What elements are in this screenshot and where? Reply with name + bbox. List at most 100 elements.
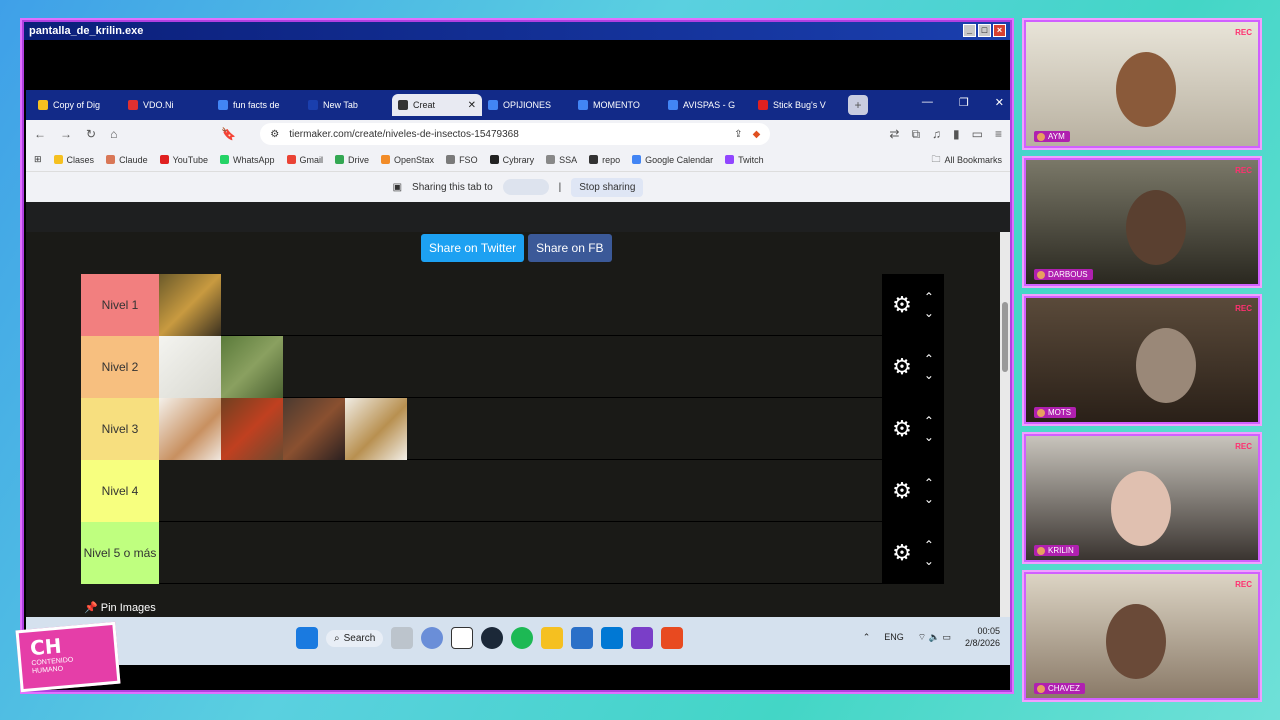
red-ant-image[interactable] <box>221 398 283 460</box>
bookmark-item[interactable]: FSO <box>446 155 478 165</box>
forward-icon[interactable]: → <box>60 127 72 141</box>
browser-tab[interactable]: VDO.Ni <box>122 94 212 116</box>
sidebar-icon[interactable]: ▮ <box>953 127 960 142</box>
all-bookmarks[interactable]: 🗀 All Bookmarks <box>931 152 1002 168</box>
browser-tab[interactable]: OPIJIONES <box>482 94 572 116</box>
brave-shield-icon[interactable]: ◆ <box>753 129 761 140</box>
stick-bug-image[interactable] <box>221 336 283 398</box>
browser-tab[interactable]: New Tab <box>302 94 392 116</box>
vscode-icon[interactable] <box>601 627 624 649</box>
gear-icon[interactable]: ⚙ <box>892 416 912 442</box>
share-fb-button[interactable]: Share on FB <box>528 234 612 262</box>
tier-drop-zone[interactable] <box>159 398 944 460</box>
tier-drop-zone[interactable] <box>159 522 944 583</box>
steam-icon[interactable] <box>481 627 504 649</box>
bookmark-item[interactable]: Cybrary <box>489 155 534 165</box>
page-scrollbar[interactable] <box>1000 232 1010 617</box>
apps-grid-icon[interactable]: ⊞ <box>34 154 42 165</box>
tab-close-icon[interactable]: ✕ <box>468 100 476 111</box>
share-icon[interactable]: ⇪ <box>734 129 742 140</box>
extensions-icon[interactable]: ⧉ <box>911 127 920 142</box>
wasp-image[interactable] <box>159 274 221 336</box>
bookmark-item[interactable]: Drive <box>335 155 369 165</box>
tier-drop-zone[interactable] <box>159 336 944 398</box>
app-icon[interactable] <box>571 627 594 649</box>
tray-chevron-icon[interactable]: ⌃ <box>863 632 871 643</box>
new-tab-icon[interactable]: + <box>848 95 868 115</box>
maximize-button[interactable]: □ <box>978 24 991 37</box>
media-icon[interactable]: ♫ <box>932 127 941 142</box>
bookmark-item[interactable]: Clases <box>53 155 94 165</box>
reload-icon[interactable]: ↻ <box>86 127 96 141</box>
browser-minimize-icon[interactable]: — <box>922 96 933 109</box>
bookmark-item[interactable]: WhatsApp <box>219 155 275 165</box>
r-app-icon[interactable] <box>421 627 444 649</box>
bookmark-item[interactable]: Gmail <box>286 155 323 165</box>
menu-icon[interactable]: ≡ <box>995 127 1002 142</box>
pin-images[interactable]: 📌 Pin Images <box>84 601 156 614</box>
taskbar-search[interactable]: ⌕ Search <box>326 629 384 647</box>
tier-label[interactable]: Nivel 5 o más <box>81 522 159 584</box>
home-icon[interactable]: ⌂ <box>110 127 117 141</box>
browser-tab[interactable]: fun facts de <box>212 94 302 116</box>
tier-label[interactable]: Nivel 2 <box>81 336 159 398</box>
bookmark-item[interactable]: Claude <box>106 155 148 165</box>
tier-label[interactable]: Nivel 4 <box>81 460 159 522</box>
tarantula-image[interactable] <box>283 398 345 460</box>
browser-tab[interactable]: MOMENTO <box>572 94 662 116</box>
chevron-up-icon[interactable]: ⌃ <box>924 353 934 365</box>
chevron-down-icon[interactable]: ⌄ <box>924 431 934 443</box>
notion-icon[interactable] <box>451 627 474 649</box>
windows-start-icon[interactable] <box>296 627 318 649</box>
spider-image[interactable] <box>159 336 221 398</box>
chevron-up-icon[interactable]: ⌃ <box>924 477 934 489</box>
site-info-icon[interactable]: ⚙ <box>270 129 279 140</box>
chevron-down-icon[interactable]: ⌄ <box>924 369 934 381</box>
chevron-up-icon[interactable]: ⌃ <box>924 415 934 427</box>
visual-studio-icon[interactable] <box>631 627 654 649</box>
bookmark-item[interactable]: SSA <box>546 155 577 165</box>
browser-tab[interactable]: AVISPAS - G <box>662 94 752 116</box>
bookmark-item[interactable]: OpenStax <box>381 155 434 165</box>
tier-drop-zone[interactable] <box>159 460 944 521</box>
gear-icon[interactable]: ⚙ <box>892 540 912 566</box>
minimize-button[interactable]: _ <box>963 24 976 37</box>
bookmark-item[interactable]: YouTube <box>159 155 208 165</box>
brave-icon[interactable] <box>661 627 684 649</box>
browser-tab[interactable]: Stick Bug's V <box>752 94 842 116</box>
tier-label[interactable]: Nivel 3 <box>81 398 159 460</box>
gear-icon[interactable]: ⚙ <box>892 292 912 318</box>
chevron-down-icon[interactable]: ⌄ <box>924 555 934 567</box>
gear-icon[interactable]: ⚙ <box>892 478 912 504</box>
snail-image[interactable] <box>159 398 221 460</box>
url-field[interactable]: ⚙ tiermaker.com/create/niveles-de-insect… <box>260 123 771 145</box>
chevron-up-icon[interactable]: ⌃ <box>924 291 934 303</box>
spotify-icon[interactable] <box>511 627 534 649</box>
browser-tab[interactable]: Creat ✕ <box>392 94 482 116</box>
back-icon[interactable]: ← <box>34 127 46 141</box>
file-explorer-icon[interactable] <box>541 627 564 649</box>
wifi-icon[interactable]: ⌔ 🔈 ▭ <box>918 632 951 643</box>
chevron-down-icon[interactable]: ⌄ <box>924 307 934 319</box>
bookmark-icon[interactable]: 🔖 <box>221 127 236 141</box>
browser-tab[interactable]: Copy of Dig <box>32 94 122 116</box>
chevron-down-icon[interactable]: ⌄ <box>924 493 934 505</box>
translate-icon[interactable]: ⇄ <box>889 127 899 142</box>
stop-sharing-button[interactable]: Stop sharing <box>571 177 644 197</box>
bookmark-item[interactable]: repo <box>589 155 620 165</box>
bookmark-item[interactable]: Twitch <box>725 155 764 165</box>
scorpion-image[interactable] <box>345 398 407 460</box>
tier-label[interactable]: Nivel 1 <box>81 274 159 336</box>
tier-drop-zone[interactable] <box>159 274 944 336</box>
file-app-icon[interactable] <box>391 627 414 649</box>
close-button[interactable]: × <box>993 24 1006 37</box>
gear-icon[interactable]: ⚙ <box>892 354 912 380</box>
browser-close-icon[interactable]: ✕ <box>995 96 1004 109</box>
language-indicator[interactable]: ENG <box>884 632 904 642</box>
bookmark-item[interactable]: Google Calendar <box>632 155 713 165</box>
chevron-up-icon[interactable]: ⌃ <box>924 539 934 551</box>
browser-restore-icon[interactable]: ❐ <box>959 96 969 109</box>
wallet-icon[interactable]: ▭ <box>972 127 983 142</box>
share-twitter-button[interactable]: Share on Twitter <box>421 234 525 262</box>
clock[interactable]: 00:05 2/8/2026 <box>965 625 1000 649</box>
